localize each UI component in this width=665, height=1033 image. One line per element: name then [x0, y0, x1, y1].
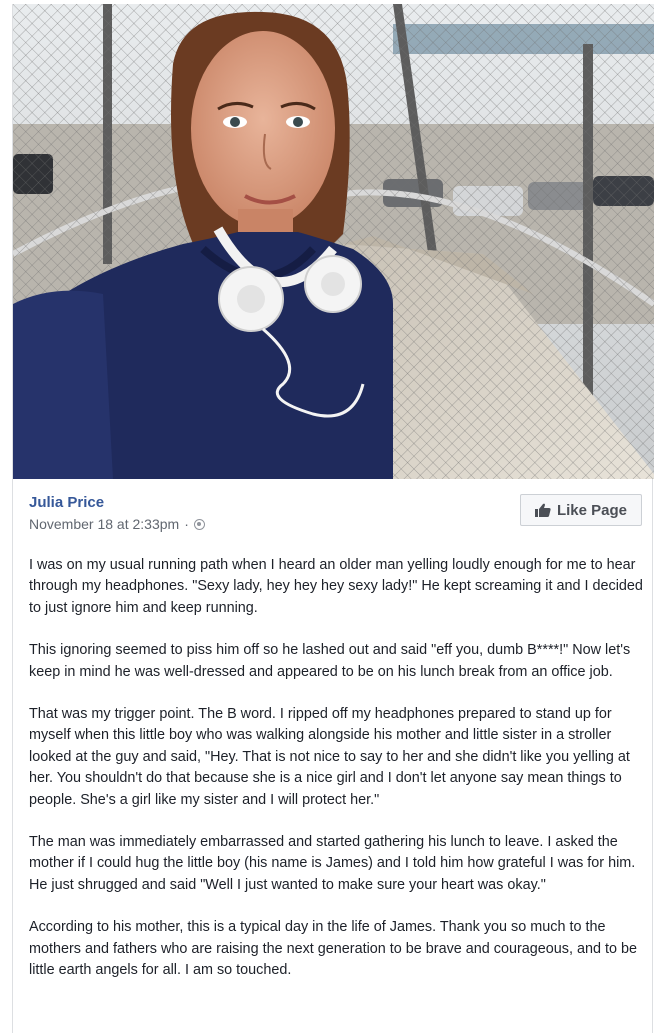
post-paragraph: I was on my usual running path when I he… [29, 557, 643, 616]
like-page-button[interactable]: Like Page [520, 494, 642, 526]
post-header: Julia Price November 18 at 2:33pm · [29, 493, 205, 534]
post-photo[interactable] [13, 4, 654, 479]
meta-separator: · [184, 516, 189, 532]
post-paragraph: According to his mother, this is a typic… [29, 919, 638, 979]
post-paragraph: The man was immediately embarrassed and … [29, 834, 636, 893]
post-paragraph: This ignoring seemed to piss him off so … [29, 642, 631, 680]
post-timestamp[interactable]: November 18 at 2:33pm [29, 514, 179, 534]
globe-icon [193, 518, 205, 530]
post-card: Julia Price November 18 at 2:33pm · Like… [12, 4, 654, 1033]
like-page-label: Like Page [556, 501, 628, 519]
selfie-image [13, 4, 654, 479]
thumbs-up-icon [534, 503, 551, 517]
post-body: I was on my usual running path when I he… [29, 555, 649, 1003]
post-meta: November 18 at 2:33pm · [29, 514, 205, 534]
author-name[interactable]: Julia Price [29, 493, 205, 513]
post-paragraph: That was my trigger point. The B word. I… [29, 706, 630, 808]
